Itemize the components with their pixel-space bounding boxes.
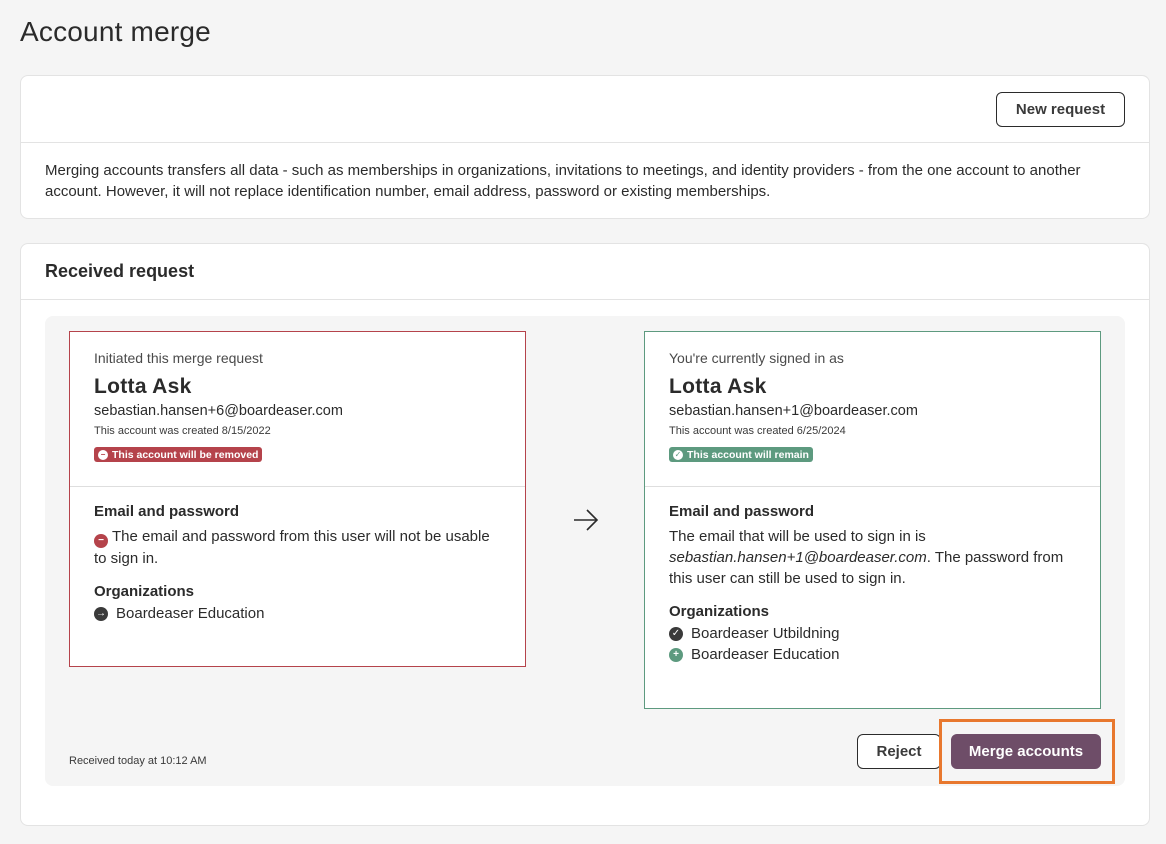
arrow-right-icon	[574, 509, 599, 531]
minus-circle-icon: −	[94, 534, 108, 548]
plus-circle-icon: +	[669, 647, 683, 662]
source-email-password-title: Email and password	[94, 503, 240, 520]
target-account-card: You're currently signed in as Lotta Ask …	[644, 331, 1101, 709]
target-organizations-title: Organizations	[669, 603, 770, 620]
target-email-password-text: The email that will be used to sign in i…	[669, 526, 1076, 589]
source-account-name: Lotta Ask	[94, 375, 192, 398]
merge-info-card: New request Merging accounts transfers a…	[20, 75, 1150, 219]
account-remain-badge: ✓ This account will remain	[669, 447, 813, 462]
target-account-details: Email and password The email that will b…	[645, 487, 1100, 663]
merge-request-panel: Initiated this merge request Lotta Ask s…	[45, 316, 1125, 786]
received-request-header: Received request	[21, 244, 1149, 300]
check-circle-icon: ✓	[669, 626, 683, 641]
source-account-summary: Initiated this merge request Lotta Ask s…	[70, 332, 525, 487]
account-remain-badge-label: This account will remain	[687, 448, 809, 461]
target-organization-item: ✓ Boardeaser Utbildning	[669, 625, 1076, 642]
check-circle-icon: ✓	[673, 449, 683, 460]
reject-button[interactable]: Reject	[857, 734, 941, 769]
target-email-password-prefix: The email that will be used to sign in i…	[669, 528, 926, 545]
merge-accounts-button[interactable]: Merge accounts	[951, 734, 1101, 769]
source-account-email: sebastian.hansen+6@boardeaser.com	[94, 403, 343, 419]
source-account-details: Email and password − The email and passwo…	[70, 487, 525, 622]
page-title: Account merge	[20, 16, 211, 47]
source-email-password-text: − The email and password from this user w…	[94, 526, 501, 569]
merge-description: Merging accounts transfers all data - su…	[45, 162, 1081, 200]
target-sign-in-email: sebastian.hansen+1@boardeaser.com	[669, 549, 927, 566]
target-account-email: sebastian.hansen+1@boardeaser.com	[669, 403, 918, 419]
received-request-card: Received request Initiated this merge re…	[20, 243, 1150, 826]
arrow-right-circle-icon: →	[94, 606, 108, 621]
source-organization-name: Boardeaser Education	[116, 605, 265, 622]
target-organization-name: Boardeaser Utbildning	[691, 625, 840, 642]
target-account-summary: You're currently signed in as Lotta Ask …	[645, 332, 1100, 487]
source-account-created: This account was created 8/15/2022	[94, 425, 271, 437]
source-organizations-title: Organizations	[94, 583, 195, 600]
account-removed-badge: − This account will be removed	[94, 447, 263, 462]
received-timestamp: Received today at 10:12 AM	[69, 755, 207, 767]
target-email-password-title: Email and password	[669, 503, 815, 520]
target-account-label: You're currently signed in as	[669, 350, 844, 366]
target-organization-item: + Boardeaser Education	[669, 646, 1076, 663]
source-organization-item: → Boardeaser Education	[94, 605, 501, 622]
merge-info-card-header: New request	[21, 76, 1149, 143]
account-removed-badge-label: This account will be removed	[112, 448, 259, 461]
target-account-name: Lotta Ask	[669, 375, 767, 398]
source-email-password-description: The email and password from this user wi…	[94, 528, 490, 567]
target-organization-name: Boardeaser Education	[691, 646, 840, 663]
target-account-created: This account was created 6/25/2024	[669, 425, 846, 437]
minus-circle-icon: −	[98, 449, 108, 460]
source-account-card: Initiated this merge request Lotta Ask s…	[69, 331, 526, 667]
source-account-label: Initiated this merge request	[94, 350, 263, 366]
new-request-button[interactable]: New request	[996, 92, 1125, 127]
